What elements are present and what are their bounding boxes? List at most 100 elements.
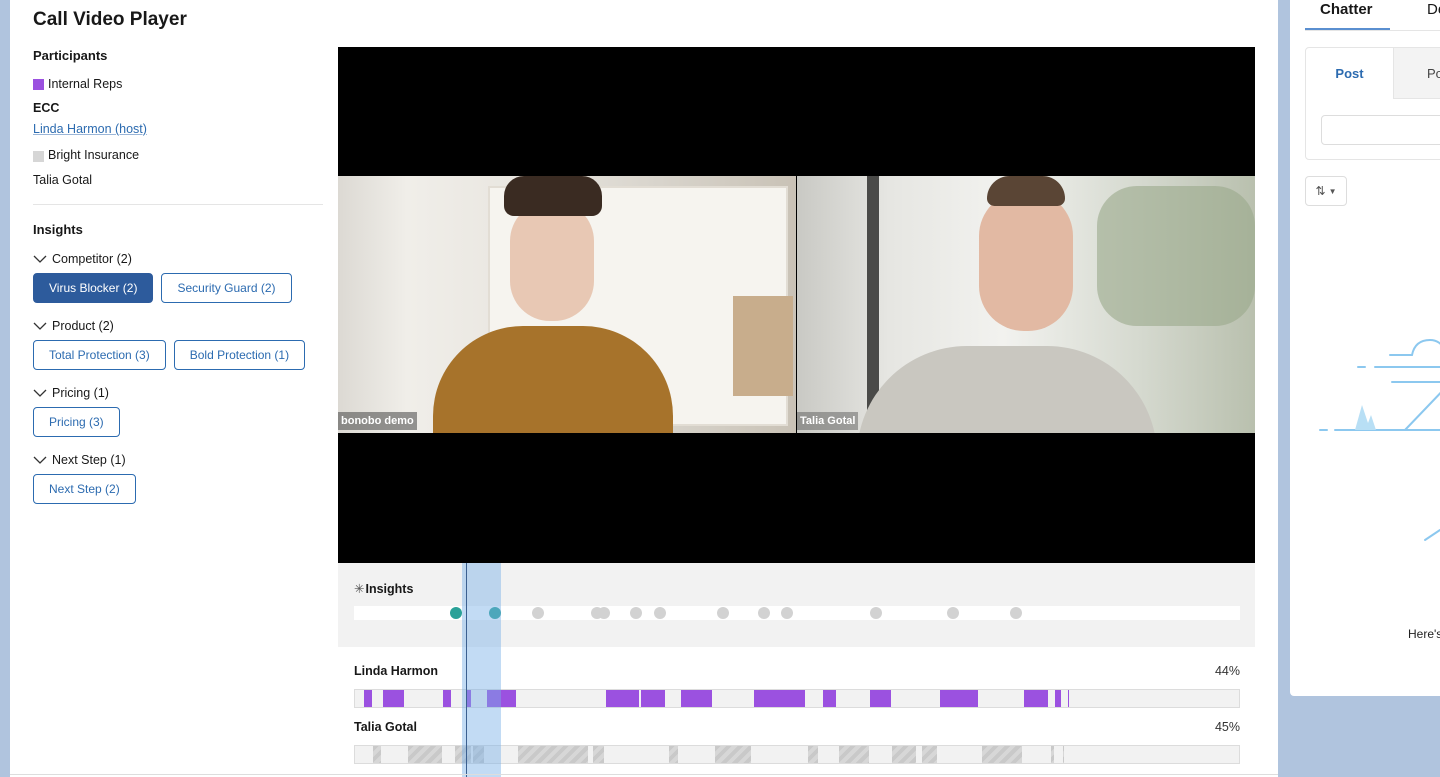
person-hair (987, 176, 1065, 206)
talk-segment[interactable] (363, 690, 372, 707)
talk-segment[interactable] (372, 746, 381, 763)
speaker-track-linda-harmon[interactable] (354, 689, 1240, 708)
participant-link-linda-harmon[interactable]: Linda Harmon (host) (33, 122, 147, 136)
video-player[interactable]: bonobo demo Talia Gotal (338, 47, 1255, 563)
chatter-panel: Chatter De Post Po ⇅▼ Here's (1290, 0, 1440, 696)
talk-segment[interactable] (870, 690, 891, 707)
insights-timeline-label: ✳ Insights (354, 581, 414, 597)
insight-marker[interactable] (597, 607, 610, 619)
talk-segment[interactable] (408, 746, 442, 763)
chip-security-guard[interactable]: Security Guard (2) (161, 273, 292, 303)
talk-segment[interactable] (892, 746, 917, 763)
talk-segment[interactable] (1050, 746, 1055, 763)
talk-segment[interactable] (838, 746, 869, 763)
talk-segment[interactable] (486, 690, 516, 707)
insight-marker[interactable] (532, 607, 545, 619)
talk-segment[interactable] (714, 746, 752, 763)
publisher-tab-post[interactable]: Post (1306, 48, 1393, 99)
chevron-down-icon (33, 322, 47, 330)
talk-segment[interactable] (592, 746, 605, 763)
video-name-tag: bonobo demo (338, 412, 417, 430)
post-input[interactable] (1321, 115, 1440, 145)
publisher-tab-poll[interactable]: Po (1393, 48, 1440, 99)
page-title: Call Video Player (33, 9, 187, 30)
insight-marker[interactable] (946, 607, 959, 619)
talk-segment[interactable] (1067, 690, 1070, 707)
talk-segment[interactable] (921, 746, 937, 763)
chevron-down-icon (33, 456, 47, 464)
chip-pricing[interactable]: Pricing (3) (33, 407, 120, 437)
insight-group-pricing[interactable]: Pricing (1) (33, 386, 323, 400)
tab-bar: Chatter De (1305, 0, 1440, 31)
chip-next-step[interactable]: Next Step (2) (33, 474, 136, 504)
chips-next-step: Next Step (2) (33, 474, 323, 504)
insights-track[interactable] (354, 606, 1240, 620)
talk-segment[interactable] (753, 690, 805, 707)
legend-internal-reps: Internal Reps (33, 77, 323, 91)
talk-segment[interactable] (981, 746, 1023, 763)
talk-segment[interactable] (668, 746, 678, 763)
insights-title: Insights (33, 222, 83, 237)
insight-group-product[interactable]: Product (2) (33, 319, 323, 333)
talk-segment[interactable] (808, 746, 819, 763)
group-label: Competitor (2) (52, 252, 132, 266)
caret-down-icon: ▼ (1328, 186, 1337, 196)
tab-details[interactable]: De (1427, 1, 1440, 18)
chip-total-protection[interactable]: Total Protection (3) (33, 340, 166, 370)
talk-segment[interactable] (641, 690, 666, 707)
insights-timeline-title: Insights (365, 581, 414, 596)
insight-marker[interactable] (653, 607, 666, 619)
video-tile-talia-gotal: Talia Gotal (797, 176, 1255, 433)
insight-marker[interactable] (781, 607, 794, 619)
speaker-talk-percent: 45% (1214, 720, 1240, 734)
tab-chatter[interactable]: Chatter (1320, 1, 1373, 18)
tree (1097, 186, 1255, 326)
company-name: ECC (33, 101, 60, 115)
insight-marker[interactable] (758, 607, 771, 619)
participants-title: Participants (33, 48, 108, 63)
insight-group-competitor[interactable]: Competitor (2) (33, 252, 323, 266)
talk-segment[interactable] (940, 690, 979, 707)
talk-segment[interactable] (606, 690, 639, 707)
talk-segment[interactable] (454, 746, 471, 763)
group-label: Next Step (1) (52, 453, 126, 467)
call-video-player-card: Call Video Player Participants Internal … (10, 0, 1278, 777)
sort-button[interactable]: ⇅ ▼ (1305, 176, 1347, 206)
publisher: Post Po (1305, 47, 1440, 160)
talk-segment[interactable] (1055, 690, 1062, 707)
talk-segment[interactable] (472, 746, 485, 763)
chip-virus-blocker[interactable]: Virus Blocker (2) (33, 273, 154, 303)
chips-product: Total Protection (3) Bold Protection (1) (33, 340, 323, 370)
speaker-talk-percent: 44% (1214, 664, 1240, 678)
person-face (979, 191, 1073, 331)
sparkle-icon: ✳ (354, 582, 365, 596)
insight-marker[interactable] (488, 607, 501, 619)
empty-state-text: Here's (1408, 627, 1440, 641)
divider (33, 204, 323, 205)
insight-marker[interactable] (869, 607, 882, 619)
talk-segment[interactable] (1063, 746, 1065, 763)
talk-segment[interactable] (383, 690, 405, 707)
person-body (857, 346, 1157, 433)
talk-segment[interactable] (822, 690, 836, 707)
insight-marker[interactable] (449, 607, 462, 619)
active-tab-indicator (1305, 28, 1390, 30)
group-label: Product (2) (52, 319, 114, 333)
chip-bold-protection[interactable]: Bold Protection (1) (173, 340, 306, 370)
divider (10, 774, 1278, 775)
talk-segment[interactable] (517, 746, 589, 763)
storage-box (733, 296, 793, 396)
insight-marker[interactable] (629, 607, 642, 619)
insight-group-next-step[interactable]: Next Step (1) (33, 453, 323, 467)
insight-marker[interactable] (716, 607, 729, 619)
speaker-track-talia-gotal[interactable] (354, 745, 1240, 764)
talk-segment[interactable] (443, 690, 452, 707)
insight-marker[interactable] (1009, 607, 1022, 619)
chevron-down-icon (33, 389, 47, 397)
video-name-tag: Talia Gotal (797, 412, 859, 430)
chips-pricing: Pricing (3) (33, 407, 323, 437)
chevron-down-icon (33, 255, 47, 263)
playhead-handle[interactable] (465, 563, 467, 777)
talk-segment[interactable] (1024, 690, 1049, 707)
talk-segment[interactable] (681, 690, 713, 707)
